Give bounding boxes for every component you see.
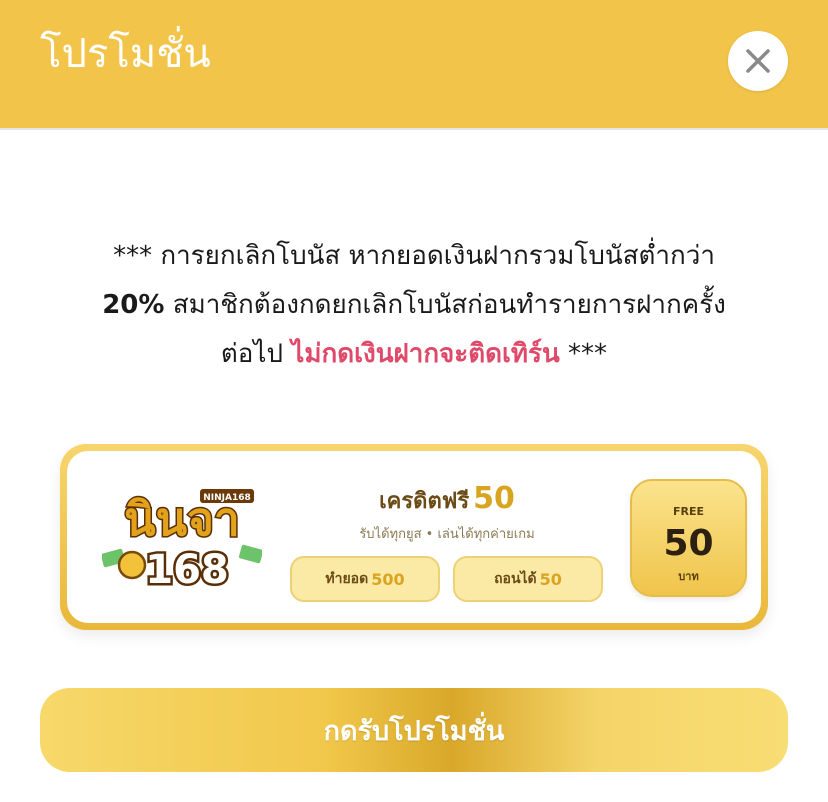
turnover-value: 500 bbox=[371, 569, 405, 589]
logo-tag: NINJA168 bbox=[203, 493, 251, 503]
notice-line-1: *** การยกเลิกโบนัส หากยอดเงินฝากรวมโบนัส… bbox=[113, 241, 715, 271]
withdraw-pill[interactable]: ถอนได้ 50 bbox=[453, 556, 603, 602]
claim-promotion-button[interactable]: กดรับโปรโมชั่น bbox=[40, 688, 788, 772]
withdraw-value: 50 bbox=[539, 569, 562, 589]
credit-title-amount: 50 bbox=[473, 481, 515, 516]
turnover-label: ทำยอด bbox=[325, 571, 369, 587]
page-title: โปรโมชั่น bbox=[40, 31, 211, 77]
promo-card[interactable]: นินจา NINJA168 168 เครดิตฟรี 50 รับได้ทุก… bbox=[60, 444, 768, 630]
promo-card-body: นินจา NINJA168 168 เครดิตฟรี 50 รับได้ทุก… bbox=[67, 451, 761, 623]
notice-line-3: ต่อไป ไม่กดเงินฝากจะติดเทิร์น *** bbox=[30, 330, 798, 379]
logo-number: 168 bbox=[145, 547, 229, 593]
withdraw-label: ถอนได้ bbox=[494, 571, 537, 587]
header-bar: โปรโมชั่น bbox=[0, 0, 828, 130]
badge-free-label: FREE bbox=[672, 505, 704, 518]
credit-subtitle: รับได้ทุกยูส • เล่นได้ทุกค่ายเกม bbox=[359, 527, 535, 542]
cancel-bonus-notice: *** การยกเลิกโบนัส หากยอดเงินฝากรวมโบนัส… bbox=[30, 232, 798, 379]
close-button[interactable] bbox=[728, 31, 788, 91]
notice-line-3-start: ต่อไป bbox=[220, 339, 292, 369]
free-credit-badge: FREE 50 บาท bbox=[630, 479, 747, 597]
badge-unit: บาท bbox=[678, 570, 699, 583]
ninja168-logo: นินจา NINJA168 168 bbox=[102, 489, 262, 593]
close-icon bbox=[746, 49, 770, 73]
notice-line-2-text: สมาชิกต้องกดยกเลิกโบนัสก่อนทำรายการฝากคร… bbox=[164, 290, 726, 320]
notice-line-2: 20% สมาชิกต้องกดยกเลิกโบนัสก่อนทำรายการฝ… bbox=[30, 281, 798, 330]
credit-title-text: เครดิตฟรี bbox=[379, 489, 470, 514]
notice-line-3-end: *** bbox=[559, 339, 608, 369]
notice-warning-highlight: ไม่กดเงินฝากจะติดเทิร์น bbox=[291, 339, 560, 369]
credit-title: เครดิตฟรี 50 bbox=[307, 481, 587, 518]
badge-amount: 50 bbox=[663, 523, 714, 564]
notice-percent: 20% bbox=[102, 290, 165, 320]
turnover-pill[interactable]: ทำยอด 500 bbox=[290, 556, 440, 602]
